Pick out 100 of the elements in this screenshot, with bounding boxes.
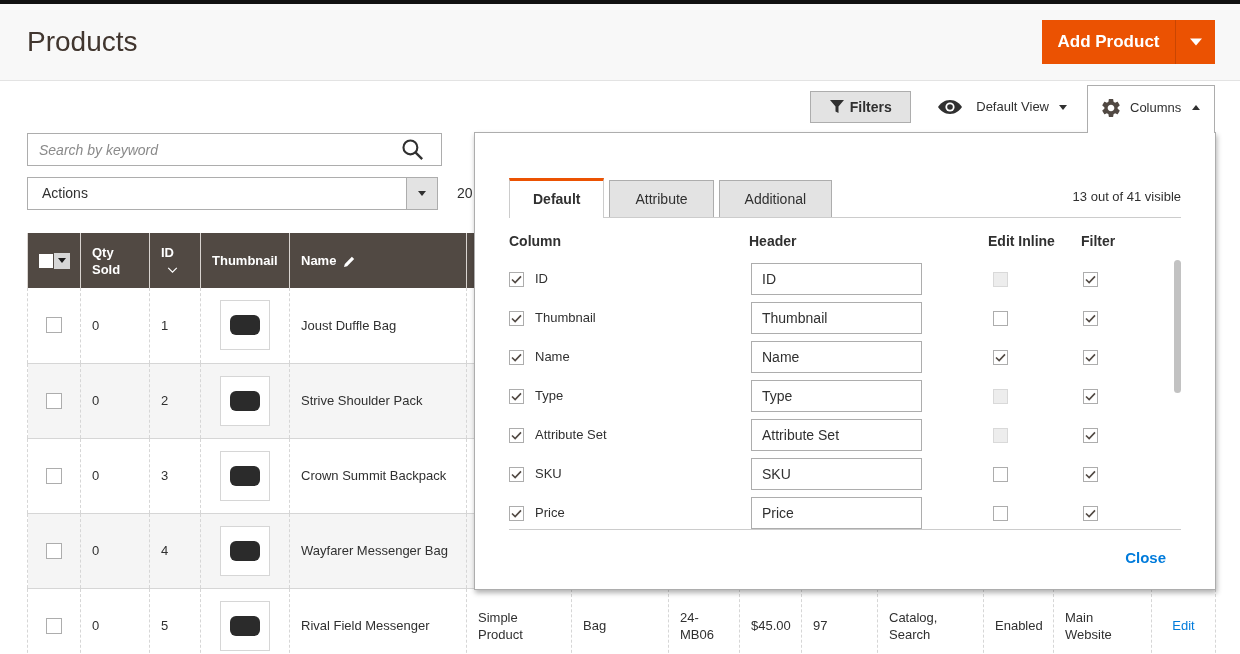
product-name: Joust Duffle Bag: [301, 317, 397, 333]
product-id: 5: [161, 618, 169, 633]
product-type: Simple Product: [478, 609, 523, 642]
column-label: SKU: [535, 465, 562, 484]
column-visible-checkbox[interactable]: [509, 310, 524, 326]
panel-tab[interactable]: Additional: [718, 180, 833, 217]
gear-icon: [1102, 98, 1120, 117]
edit-inline-checkbox[interactable]: [993, 349, 1008, 365]
product-visibility: Catalog, Search: [889, 609, 938, 642]
qty-sold: 0: [92, 393, 100, 408]
caret-down-icon: [1059, 104, 1067, 110]
header-input[interactable]: Thumbnail: [751, 302, 922, 334]
product-status: Enabled: [995, 618, 1043, 633]
add-product-button[interactable]: Add Product: [1042, 20, 1175, 64]
product-photo-placeholder: [220, 300, 270, 351]
filters-button[interactable]: Filters: [810, 91, 912, 123]
row-checkbox[interactable]: [46, 467, 62, 484]
record-count: 20: [457, 184, 473, 203]
row-checkbox[interactable]: [46, 542, 62, 559]
product-name: Strive Shoulder Pack: [301, 393, 423, 408]
product-quantity: 97: [813, 618, 828, 633]
filter-checkbox[interactable]: [1083, 310, 1098, 326]
row-checkbox[interactable]: [46, 317, 62, 334]
attribute-set: Bag: [583, 618, 607, 633]
panel-column-heading: Header: [749, 233, 797, 249]
column-visible-checkbox[interactable]: [509, 505, 524, 521]
product-id: 1: [161, 317, 169, 333]
qty-sold: 0: [92, 468, 100, 483]
column-label: Price: [535, 504, 565, 523]
header-input[interactable]: Price: [751, 497, 922, 529]
eye-icon: [938, 100, 963, 114]
column-header[interactable]: Thumbnail: [200, 233, 290, 288]
edit-link[interactable]: Edit: [1172, 618, 1195, 633]
panel-column-heading: Filter: [1081, 233, 1116, 249]
column-header[interactable]: ID: [149, 233, 201, 288]
panel-tab[interactable]: Default: [509, 178, 605, 218]
column-label: Type: [535, 387, 564, 406]
panel-column-heading: Column: [509, 233, 562, 249]
product-photo-placeholder: [220, 525, 270, 576]
caret-up-icon: [1192, 105, 1201, 110]
column-label: Attribute Set: [535, 426, 607, 445]
column-visible-checkbox[interactable]: [509, 349, 524, 365]
caret-down-icon: [418, 191, 426, 196]
product-price: $45.00: [751, 618, 791, 633]
header-input[interactable]: ID: [751, 263, 922, 295]
column-visible-checkbox[interactable]: [509, 466, 524, 482]
product-photo-placeholder: [220, 600, 270, 651]
column-label: Name: [535, 348, 570, 367]
view-selector[interactable]: Default View: [938, 91, 1067, 123]
filter-checkbox[interactable]: [1083, 271, 1098, 287]
qty-sold: 0: [92, 543, 100, 558]
filter-checkbox[interactable]: [1083, 466, 1098, 482]
select-options-button[interactable]: [54, 252, 70, 269]
product-photo-placeholder: [220, 375, 270, 426]
column-header[interactable]: Qty Sold: [80, 233, 150, 288]
column-visible-checkbox[interactable]: [509, 427, 524, 443]
actions-select[interactable]: Actions: [27, 177, 438, 210]
qty-sold: 0: [92, 317, 100, 333]
header-input[interactable]: SKU: [751, 458, 922, 490]
column-header[interactable]: Name: [289, 233, 467, 288]
edit-inline-checkbox[interactable]: [993, 505, 1008, 521]
search-icon[interactable]: [402, 139, 423, 160]
columns-button[interactable]: Columns: [1087, 85, 1215, 133]
product-id: 3: [161, 468, 169, 483]
header-input[interactable]: Type: [751, 380, 922, 412]
product-name: Rival Field Messenger: [301, 618, 430, 633]
panel-tab[interactable]: Attribute: [609, 180, 714, 217]
visible-columns-count: 13 out of 41 visible: [1072, 187, 1181, 206]
filter-checkbox[interactable]: [1083, 388, 1098, 404]
qty-sold: 0: [92, 618, 100, 633]
add-product-menu-button[interactable]: [1175, 20, 1215, 64]
column-visible-checkbox[interactable]: [509, 271, 524, 287]
edit-inline-checkbox[interactable]: [993, 466, 1008, 482]
product-photo-placeholder: [220, 450, 270, 501]
select-all-checkbox[interactable]: [38, 252, 54, 269]
scrollbar[interactable]: [1174, 260, 1181, 393]
row-checkbox[interactable]: [46, 617, 62, 634]
search-field[interactable]: Search by keyword: [27, 133, 442, 166]
header-input[interactable]: Attribute Set: [751, 419, 922, 451]
chevron-down-icon: [167, 267, 178, 274]
pencil-icon: [344, 256, 356, 268]
close-link[interactable]: Close: [1125, 548, 1166, 568]
page-title: Products: [27, 25, 138, 59]
product-websites: Main Website: [1065, 609, 1112, 642]
product-sku: 24-MB06: [680, 609, 714, 642]
edit-inline-checkbox[interactable]: [993, 310, 1008, 326]
filter-checkbox[interactable]: [1083, 427, 1098, 443]
filter-icon: [829, 100, 844, 114]
column-label: Thumbnail: [535, 309, 596, 328]
row-checkbox[interactable]: [46, 392, 62, 409]
product-id: 4: [161, 543, 169, 558]
header-input[interactable]: Name: [751, 341, 922, 373]
column-label: ID: [535, 270, 548, 289]
filter-checkbox[interactable]: [1083, 349, 1098, 365]
column-visible-checkbox[interactable]: [509, 388, 524, 404]
caret-down-icon: [58, 258, 66, 263]
product-id: 2: [161, 393, 169, 408]
product-name: Wayfarer Messenger Bag: [301, 543, 448, 558]
filter-checkbox[interactable]: [1083, 505, 1098, 521]
product-name: Crown Summit Backpack: [301, 468, 447, 483]
